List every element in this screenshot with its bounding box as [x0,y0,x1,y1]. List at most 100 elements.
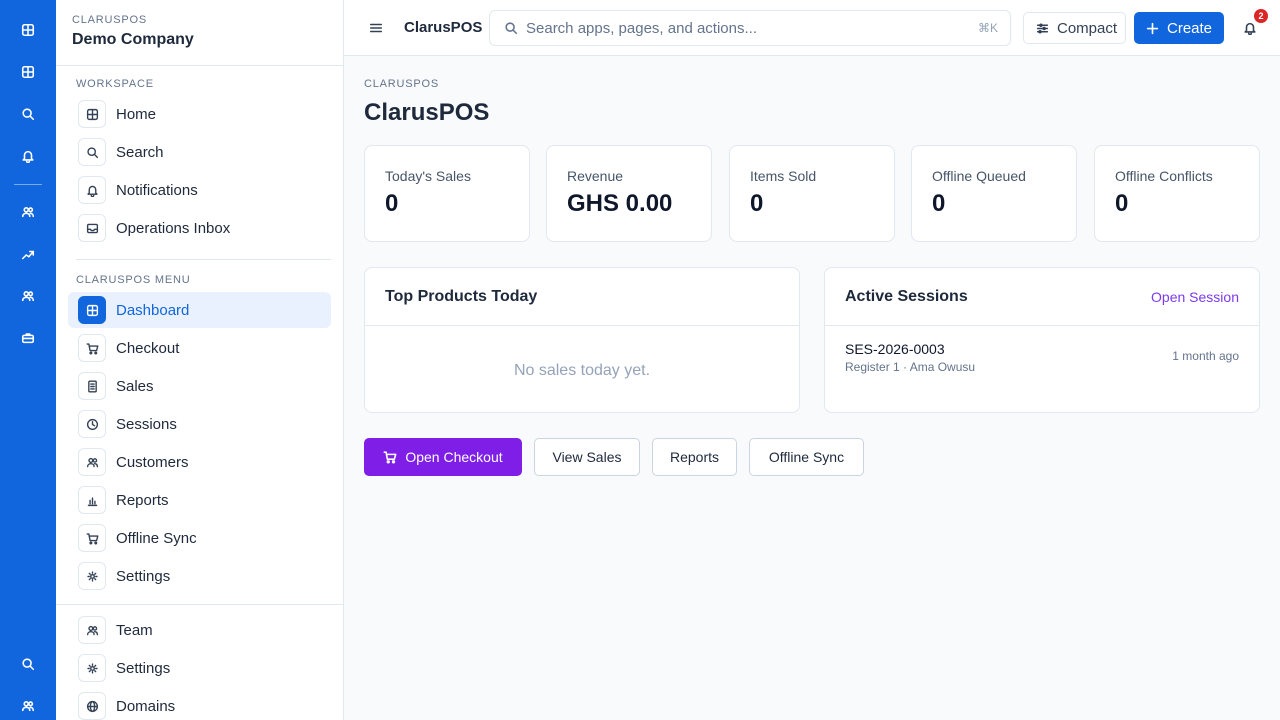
sidebar-item-notifications[interactable]: Notifications [68,172,331,208]
users-icon[interactable] [14,692,42,720]
sidebar-item-label: Offline Sync [116,529,197,547]
sidebar-item-offline-sync[interactable]: Offline Sync [68,520,331,556]
grid-icon [78,296,106,324]
sidebar-item-label: Home [116,105,157,123]
sidebar-item-label: Sessions [116,415,177,433]
users-icon [78,616,106,644]
reports-button[interactable]: Reports [652,438,737,476]
stat-label: Offline Queued [932,168,1026,184]
stat-value: 0 [750,190,764,217]
app-title[interactable]: ClarusPOS [404,19,482,36]
bell-icon[interactable] [14,142,42,170]
sidebar-item-label: Notifications [116,181,198,199]
sliders-icon [1036,23,1049,33]
search-icon [78,138,106,166]
search-icon[interactable] [14,100,42,128]
open-session-link[interactable]: Open Session [1151,289,1239,305]
breadcrumb: CLARUSPOS [364,78,440,90]
stat-value: 0 [932,190,946,217]
sidebar-item-dashboard[interactable]: Dashboard [68,292,331,328]
cart-icon [78,524,106,552]
session-row[interactable]: SES-2026-0003 Register 1 · Ama Owusu 1 m… [825,326,1259,374]
offline-sync-button[interactable]: Offline Sync [749,438,864,476]
app-rail [0,0,56,720]
compact-toggle-button[interactable]: Compact [1023,12,1126,44]
globe-icon [78,692,106,720]
grid-icon[interactable] [14,16,42,44]
sidebar-divider [76,259,331,260]
search-icon [505,22,518,35]
sidebar-item-label: Team [116,621,153,639]
active-sessions-card: Active Sessions Open Session SES-2026-00… [824,267,1260,413]
search-shortcut: ⌘K [977,21,998,35]
page-title: ClarusPOS [364,99,490,126]
sidebar-item-domains[interactable]: Domains [68,688,331,720]
sidebar-item-sessions[interactable]: Sessions [68,406,331,442]
brand-kicker: CLARUSPOS [72,14,148,26]
stat-label: Today's Sales [385,168,471,184]
gear-icon [78,654,106,682]
stat-value: 0 [1115,190,1129,217]
company-name: Demo Company [72,31,194,48]
bar-chart-icon [78,486,106,514]
sidebar-item-label: Checkout [116,339,180,357]
view-sales-button[interactable]: View Sales [534,438,640,476]
topbar: ClarusPOS ⌘K Compact Create 2 [344,0,1280,56]
inbox-icon [78,214,106,242]
rail-divider [14,184,42,185]
stat-card-offline-queued: Offline Queued 0 [911,145,1077,242]
cart-icon [383,451,397,464]
stat-card-todays-sales: Today's Sales 0 [364,145,530,242]
grid-icon[interactable] [14,58,42,86]
hamburger-menu-icon[interactable] [366,18,386,38]
create-label: Create [1167,19,1213,37]
sidebar-item-home[interactable]: Home [68,96,331,132]
sidebar-item-settings[interactable]: Settings [68,558,331,594]
sidebar-item-checkout[interactable]: Checkout [68,330,331,366]
global-search[interactable]: ⌘K [489,10,1011,46]
search-input[interactable] [526,19,966,37]
sidebar-item-team[interactable]: Team [68,612,331,648]
users-icon [78,448,106,476]
sidebar-item-label: Search [116,143,164,161]
compact-label: Compact [1057,19,1118,37]
notification-count-badge: 2 [1254,9,1268,23]
sidebar-item-reports[interactable]: Reports [68,482,331,518]
empty-state-text: No sales today yet. [513,362,651,379]
stat-card-offline-conflicts: Offline Conflicts 0 [1094,145,1260,242]
cart-icon [78,334,106,362]
company-header[interactable]: CLARUSPOS Demo Company [56,0,343,66]
sidebar-item-label: Dashboard [116,301,190,319]
sidebar-item-label: Sales [116,377,154,395]
section-label-menu: CLARUSPOS MENU [76,274,191,286]
create-button[interactable]: Create [1134,12,1224,44]
stat-card-items-sold: Items Sold 0 [729,145,895,242]
sidebar-item-search[interactable]: Search [68,134,331,170]
sidebar-item-operations-inbox[interactable]: Operations Inbox [68,210,331,246]
trending-up-icon[interactable] [14,241,42,269]
open-checkout-label: Open Checkout [405,449,503,465]
search-icon[interactable] [14,650,42,678]
stat-label: Revenue [567,168,624,184]
bell-icon [78,176,106,204]
clock-icon [78,410,106,438]
top-products-card: Top Products Today No sales today yet. [364,267,800,413]
users-icon[interactable] [14,198,42,226]
gear-icon [78,562,106,590]
sidebar-item-workspace-settings[interactable]: Settings [68,650,331,686]
card-title: Top Products Today [385,288,538,305]
section-label-workspace: WORKSPACE [76,78,154,90]
open-checkout-button[interactable]: Open Checkout [364,438,522,476]
sidebar-item-label: Reports [116,491,169,509]
sidebar-item-customers[interactable]: Customers [68,444,331,480]
sidebar: CLARUSPOS Demo Company WORKSPACE Home Se… [56,0,344,720]
grid-icon [78,100,106,128]
receipt-icon [78,372,106,400]
sidebar-item-label: Domains [116,697,176,715]
sidebar-item-sales[interactable]: Sales [68,368,331,404]
stat-value: GHS 0.00 [567,190,673,217]
briefcase-icon[interactable] [14,324,42,352]
users-icon[interactable] [14,282,42,310]
plus-icon [1146,22,1159,34]
sidebar-item-label: Settings [116,659,171,677]
